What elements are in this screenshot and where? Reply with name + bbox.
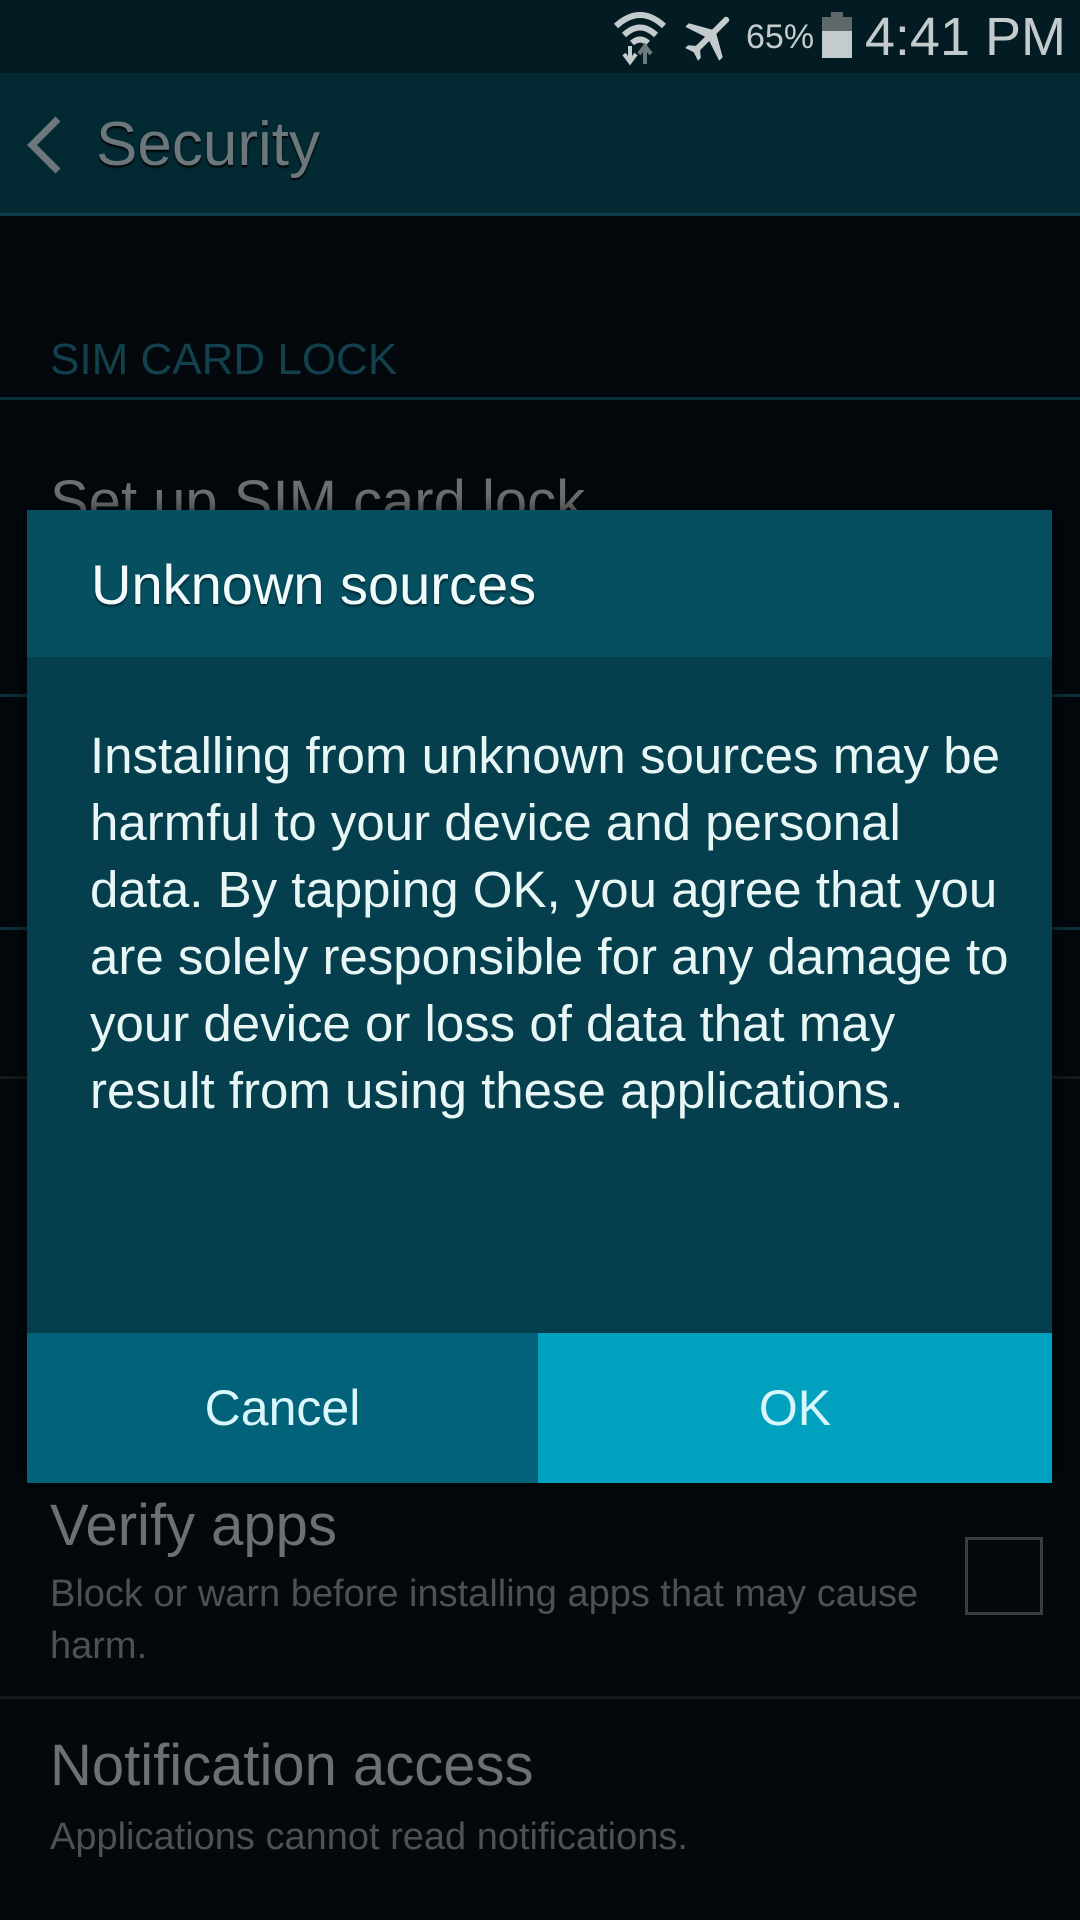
section-divider (0, 397, 1080, 400)
airplane-mode-icon (685, 16, 730, 61)
status-bar: 65% 4:41 PM (0, 0, 1080, 73)
dialog-title-bar: Unknown sources (27, 510, 1052, 657)
unknown-sources-dialog: Unknown sources Installing from unknown … (27, 510, 1052, 1483)
verify-apps-checkbox[interactable] (965, 1537, 1043, 1615)
ok-button[interactable]: OK (538, 1333, 1052, 1483)
list-item-verify-apps-subtitle: Block or warn before installing apps tha… (50, 1573, 919, 1667)
list-item-verify-apps-title[interactable]: Verify apps (50, 1492, 337, 1559)
divider (0, 1696, 1080, 1699)
dialog-message: Installing from unknown sources may be h… (90, 727, 1009, 1119)
page-title[interactable]: Security (96, 109, 320, 180)
clock: 4:41 PM (864, 7, 1066, 67)
dialog-title: Unknown sources (91, 553, 537, 616)
list-item-notification-access-title[interactable]: Notification access (50, 1732, 534, 1799)
battery-icon (822, 12, 852, 58)
wifi-icon (613, 12, 667, 66)
list-item-notification-access-subtitle: Applications cannot read notifications. (50, 1816, 688, 1858)
cancel-button[interactable]: Cancel (27, 1333, 538, 1483)
battery-percent: 65% (746, 18, 815, 56)
action-bar: Security (0, 73, 1080, 216)
chevron-left-icon[interactable] (24, 115, 64, 175)
section-header-sim-card-lock: SIM CARD LOCK (50, 335, 398, 384)
